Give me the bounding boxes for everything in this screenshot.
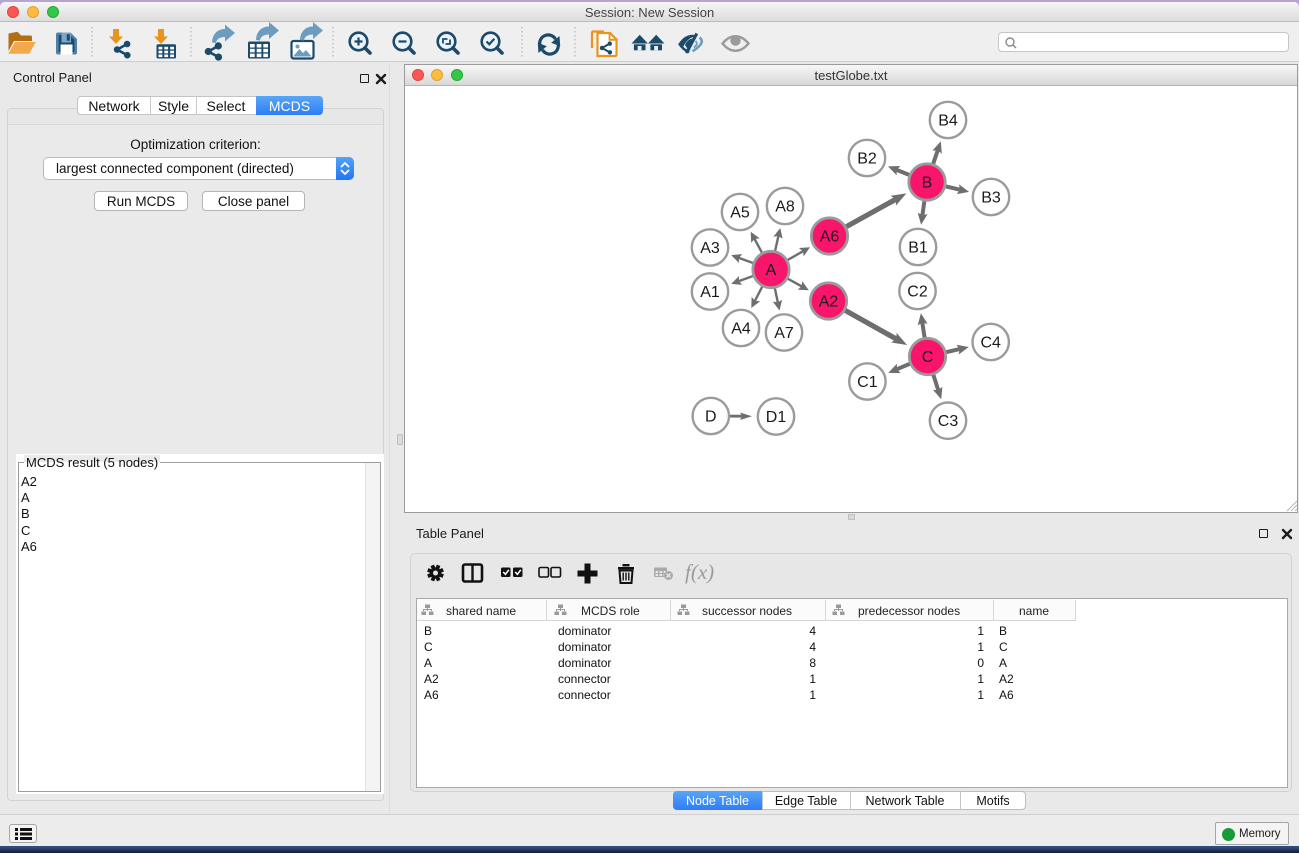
svg-text:C3: C3 [938, 413, 959, 430]
svg-text:D1: D1 [766, 409, 787, 426]
svg-text:A3: A3 [700, 240, 720, 257]
svg-text:D: D [705, 409, 717, 426]
svg-text:A7: A7 [774, 325, 794, 342]
svg-text:f(x): f(x) [685, 560, 714, 584]
svg-text:B4: B4 [938, 113, 958, 130]
svg-text:B3: B3 [981, 190, 1001, 207]
svg-text:A4: A4 [731, 321, 751, 338]
svg-text:A2: A2 [819, 294, 839, 311]
svg-text:C4: C4 [980, 335, 1001, 352]
svg-text:B: B [922, 175, 933, 192]
svg-text:B2: B2 [857, 151, 877, 168]
svg-text:A: A [766, 262, 777, 279]
svg-text:B1: B1 [908, 240, 928, 257]
svg-text:A8: A8 [775, 199, 795, 216]
svg-text:C2: C2 [907, 284, 928, 301]
svg-text:C: C [922, 349, 934, 366]
svg-text:A6: A6 [820, 229, 840, 246]
svg-text:A5: A5 [730, 205, 750, 222]
svg-text:A1: A1 [700, 284, 720, 301]
svg-text:C1: C1 [857, 374, 878, 391]
